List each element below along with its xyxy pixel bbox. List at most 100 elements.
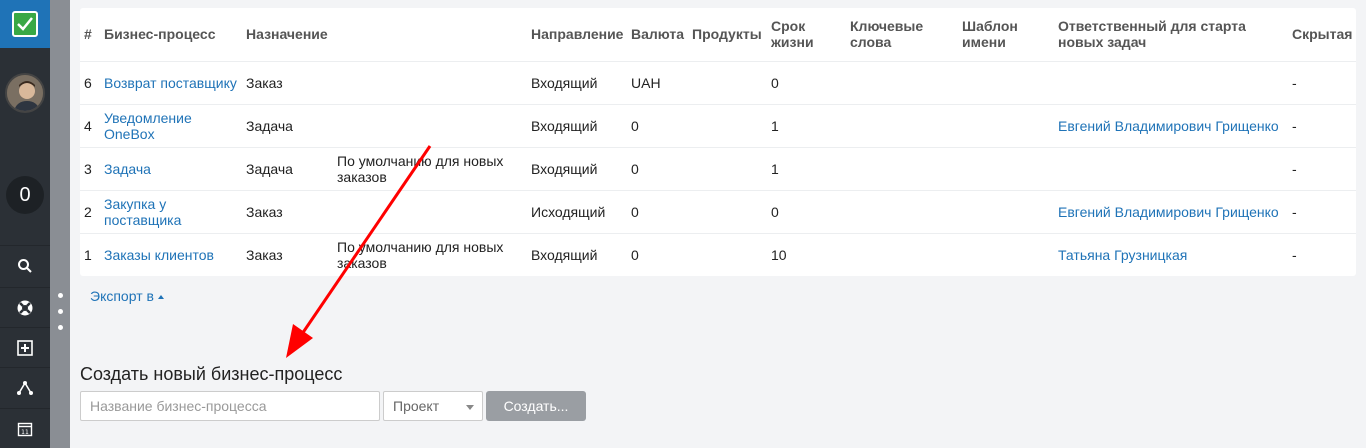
col-header-keywords[interactable]: Ключевые слова xyxy=(846,8,958,61)
row-num: 4 xyxy=(84,117,92,134)
row-currency: UAH xyxy=(631,74,661,91)
export-menu-link[interactable]: Экспорт в xyxy=(90,288,164,304)
row-hidden: - xyxy=(1292,160,1297,177)
table-row[interactable]: 6 Возврат поставщику Заказ Входящий UAH 0 - xyxy=(80,61,1356,104)
user-avatar[interactable] xyxy=(5,73,45,113)
row-lifetime: 10 xyxy=(771,246,787,263)
row-products xyxy=(688,61,767,104)
row-responsible-link[interactable]: Евгений Владимирович Грищенко xyxy=(1054,190,1288,233)
caret-up-icon xyxy=(157,295,164,300)
row-responsible-link[interactable]: Татьяна Грузницкая xyxy=(1054,233,1288,276)
row-responsible-link[interactable]: Евгений Владимирович Грищенко xyxy=(1054,104,1288,147)
row-note xyxy=(333,61,527,104)
left-sidebar: 0 11 xyxy=(0,0,50,448)
process-name-link[interactable]: Закупка у поставщика xyxy=(100,190,242,233)
col-header-direction[interactable]: Направление xyxy=(527,8,627,61)
row-responsible-link[interactable] xyxy=(1054,147,1288,190)
row-keywords xyxy=(846,147,958,190)
row-lifetime: 0 xyxy=(771,203,779,220)
svg-text:11: 11 xyxy=(21,429,29,436)
row-keywords xyxy=(846,190,958,233)
row-name-template xyxy=(958,61,1054,104)
lifebuoy-icon[interactable] xyxy=(0,287,50,327)
process-name-link[interactable]: Задача xyxy=(100,147,242,190)
row-purpose: Заказ xyxy=(246,74,283,91)
row-products xyxy=(688,233,767,276)
panel-divider[interactable] xyxy=(50,0,70,448)
row-products xyxy=(688,104,767,147)
row-products xyxy=(688,147,767,190)
row-currency: 0 xyxy=(631,246,639,263)
create-section-title: Создать новый бизнес-процесс xyxy=(80,364,343,384)
process-type-value: Проект xyxy=(393,398,440,414)
row-note: По умолчанию для новых заказов xyxy=(337,152,504,185)
row-hidden: - xyxy=(1292,74,1297,91)
row-keywords xyxy=(846,104,958,147)
row-num: 1 xyxy=(84,246,92,263)
row-products xyxy=(688,190,767,233)
col-header-responsible[interactable]: Ответственный для старта новых задач xyxy=(1054,8,1288,61)
app-logo[interactable] xyxy=(0,0,50,48)
row-name-template xyxy=(958,233,1054,276)
row-name-template xyxy=(958,190,1054,233)
row-hidden: - xyxy=(1292,246,1297,263)
row-keywords xyxy=(846,233,958,276)
row-direction: Исходящий xyxy=(531,203,606,220)
share-nodes-icon[interactable] xyxy=(0,367,50,407)
add-box-icon[interactable] xyxy=(0,327,50,367)
row-direction: Входящий xyxy=(531,117,598,134)
col-header-purpose[interactable]: Назначение xyxy=(242,8,333,61)
row-responsible-link[interactable] xyxy=(1054,61,1288,104)
row-lifetime: 0 xyxy=(771,74,779,91)
col-header-process[interactable]: Бизнес-процесс xyxy=(100,8,242,61)
table-row[interactable]: 3 Задача Задача По умолчанию для новых зака… xyxy=(80,147,1356,190)
row-lifetime: 1 xyxy=(771,160,779,177)
row-direction: Входящий xyxy=(531,160,598,177)
check-logo-icon xyxy=(12,11,38,37)
row-purpose: Задача xyxy=(246,160,293,177)
col-header-hidden[interactable]: Скрытая xyxy=(1288,8,1356,61)
table-row[interactable]: 4 Уведомление OneBox Задача Входящий 0 1 Евген… xyxy=(80,104,1356,147)
search-icon[interactable] xyxy=(0,245,50,285)
row-currency: 0 xyxy=(631,203,639,220)
process-name-link[interactable]: Уведомление OneBox xyxy=(100,104,242,147)
row-keywords xyxy=(846,61,958,104)
table-header-row: # Бизнес-процесс Назначение Направление … xyxy=(80,8,1356,61)
table-row[interactable]: 1 Заказы клиентов Заказ По умолчанию для но… xyxy=(80,233,1356,276)
row-hidden: - xyxy=(1292,117,1297,134)
divider-dot xyxy=(58,325,63,330)
row-name-template xyxy=(958,104,1054,147)
process-type-select[interactable]: Проект xyxy=(383,391,483,421)
create-button[interactable]: Создать... xyxy=(486,391,586,421)
process-name-link[interactable]: Заказы клиентов xyxy=(100,233,242,276)
process-name-link[interactable]: Возврат поставщику xyxy=(100,61,242,104)
notification-counter[interactable]: 0 xyxy=(6,176,44,214)
col-header-currency[interactable]: Валюта xyxy=(627,8,688,61)
table-row[interactable]: 2 Закупка у поставщика Заказ Исходящий 0 0 Евг… xyxy=(80,190,1356,233)
calendar-icon[interactable]: 11 xyxy=(0,408,50,448)
row-note xyxy=(333,104,527,147)
export-label: Экспорт в xyxy=(90,288,154,304)
row-lifetime: 1 xyxy=(771,117,779,134)
divider-dot xyxy=(58,293,63,298)
process-name-input[interactable] xyxy=(80,391,380,421)
row-purpose: Заказ xyxy=(246,246,283,263)
divider-dot xyxy=(58,309,63,314)
row-note xyxy=(333,190,527,233)
business-process-table: # Бизнес-процесс Назначение Направление … xyxy=(80,8,1356,276)
col-header-num[interactable]: # xyxy=(80,8,100,61)
chevron-down-icon xyxy=(466,405,474,410)
row-currency: 0 xyxy=(631,160,639,177)
row-num: 2 xyxy=(84,203,92,220)
main-content: # Бизнес-процесс Назначение Направление … xyxy=(70,0,1366,448)
row-currency: 0 xyxy=(631,117,639,134)
row-purpose: Задача xyxy=(246,117,293,134)
row-name-template xyxy=(958,147,1054,190)
col-header-products[interactable]: Продукты xyxy=(688,8,767,61)
row-direction: Входящий xyxy=(531,246,598,263)
col-header-note xyxy=(333,8,527,61)
col-header-name-template[interactable]: Шаблон имени xyxy=(958,8,1054,61)
row-num: 3 xyxy=(84,160,92,177)
row-purpose: Заказ xyxy=(246,203,283,220)
col-header-lifetime[interactable]: Срок жизни xyxy=(767,8,846,61)
